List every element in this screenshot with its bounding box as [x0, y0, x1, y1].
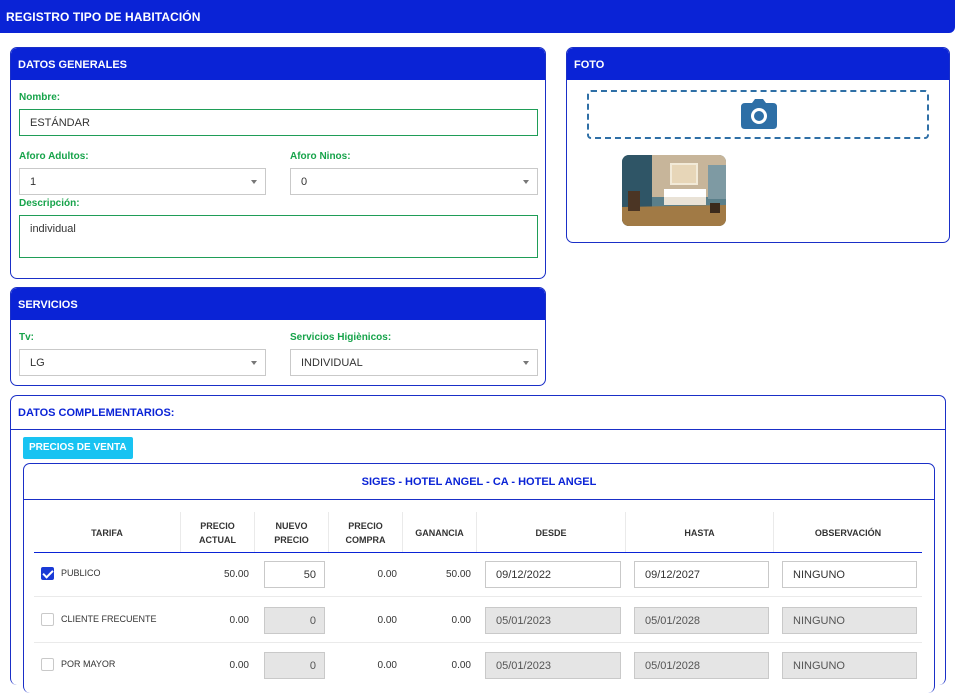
- hasta-date-input[interactable]: 05/01/2028: [634, 652, 769, 679]
- divider: [11, 429, 946, 430]
- divider: [24, 499, 934, 500]
- hasta-date-input[interactable]: 05/01/2028: [634, 607, 769, 634]
- aforo-adultos-label: Aforo Adultos:: [19, 151, 89, 162]
- servicios-higienicos-value: INDIVIDUAL: [301, 357, 363, 369]
- desde-date-input[interactable]: 09/12/2022: [485, 561, 621, 588]
- observacion-input[interactable]: NINGUNO: [782, 607, 917, 634]
- tv-select[interactable]: LG: [19, 349, 266, 376]
- chevron-down-icon: [251, 180, 257, 184]
- datos-complementarios-section: DATOS COMPLEMENTARIOS: PRECIOS DE VENTA …: [10, 395, 946, 693]
- row-divider: [34, 642, 922, 643]
- desde-date-input[interactable]: 05/01/2023: [485, 607, 621, 634]
- chevron-down-icon: [523, 180, 529, 184]
- precio-actual-cell: 0.00: [229, 615, 249, 626]
- col-ganancia: GANANCIA: [403, 512, 477, 553]
- aforo-adultos-value: 1: [30, 176, 37, 188]
- header-divider: [34, 552, 922, 553]
- precios-table-card: SIGES - HOTEL ANGEL - CA - HOTEL ANGEL T…: [23, 463, 935, 693]
- aforo-ninos-value: 0: [301, 176, 308, 188]
- col-desde: DESDE: [477, 512, 626, 553]
- row-checkbox[interactable]: [41, 613, 54, 626]
- nuevo-precio-input[interactable]: 0: [264, 652, 325, 679]
- aforo-adultos-select[interactable]: 1: [19, 168, 266, 195]
- foto-title: FOTO: [567, 48, 949, 80]
- col-tarifa: TARIFA: [34, 512, 181, 553]
- datos-generales-title: DATOS GENERALES: [11, 48, 545, 80]
- tarifa-cell: POR MAYOR: [61, 659, 116, 669]
- desde-date-input[interactable]: 05/01/2023: [485, 652, 621, 679]
- foto-card: FOTO: [566, 47, 950, 243]
- room-photo-thumbnail[interactable]: [622, 155, 726, 226]
- precios-de-venta-tab[interactable]: PRECIOS DE VENTA: [23, 437, 133, 459]
- chevron-down-icon: [523, 361, 529, 365]
- row-divider: [34, 596, 922, 597]
- datos-generales-card: DATOS GENERALES Nombre: ESTÁNDAR Aforo A…: [10, 47, 546, 279]
- ganancia-cell: 50.00: [445, 569, 471, 580]
- col-hasta: HASTA: [626, 512, 774, 553]
- tarifa-cell: PUBLICO: [61, 568, 101, 578]
- nombre-label: Nombre:: [19, 92, 61, 103]
- page-title: REGISTRO TIPO DE HABITACIÓN: [0, 0, 955, 33]
- servicios-higienicos-select[interactable]: INDIVIDUAL: [290, 349, 538, 376]
- row-checkbox[interactable]: [41, 658, 54, 671]
- row-checkbox[interactable]: [41, 567, 54, 580]
- observacion-input[interactable]: NINGUNO: [782, 561, 917, 588]
- ganancia-cell: 0.00: [451, 615, 471, 626]
- precio-actual-cell: 0.00: [229, 660, 249, 671]
- col-nuevo-precio: NUEVO PRECIO: [255, 512, 329, 553]
- precio-actual-cell: 50.00: [223, 569, 249, 580]
- col-observacion: OBSERVACIÓN: [814, 527, 882, 538]
- servicios-higienicos-label: Servicios Higiènicos:: [290, 332, 392, 343]
- col-precio-compra: PRECIO COMPRA: [329, 512, 403, 553]
- table-title: SIGES - HOTEL ANGEL - CA - HOTEL ANGEL: [361, 476, 597, 488]
- observacion-input[interactable]: NINGUNO: [782, 652, 917, 679]
- precio-compra-cell: 0.00: [377, 660, 397, 671]
- aforo-ninos-select[interactable]: 0: [290, 168, 538, 195]
- tv-label: Tv:: [19, 332, 34, 343]
- servicios-card: SERVICIOS Tv: LG Servicios Higiènicos: I…: [10, 287, 546, 386]
- servicios-title: SERVICIOS: [11, 288, 545, 320]
- camera-icon[interactable]: [741, 99, 777, 129]
- precio-compra-cell: 0.00: [377, 569, 397, 580]
- descripcion-label: Descripción:: [19, 198, 80, 209]
- chevron-down-icon: [251, 361, 257, 365]
- nuevo-precio-input[interactable]: 0: [264, 607, 325, 634]
- ganancia-cell: 0.00: [451, 660, 471, 671]
- datos-complementarios-title: DATOS COMPLEMENTARIOS:: [18, 407, 175, 419]
- tarifa-cell: CLIENTE FRECUENTE: [61, 614, 157, 624]
- tv-value: LG: [30, 357, 45, 369]
- precio-compra-cell: 0.00: [377, 615, 397, 626]
- photo-upload-dropzone[interactable]: [587, 90, 929, 139]
- aforo-ninos-label: Aforo Ninos:: [290, 151, 351, 162]
- hasta-date-input[interactable]: 09/12/2027: [634, 561, 769, 588]
- descripcion-textarea[interactable]: individual: [19, 215, 538, 258]
- nuevo-precio-input[interactable]: 50: [264, 561, 325, 588]
- nombre-input[interactable]: ESTÁNDAR: [19, 109, 538, 136]
- col-precio-actual: PRECIO ACTUAL: [181, 512, 255, 553]
